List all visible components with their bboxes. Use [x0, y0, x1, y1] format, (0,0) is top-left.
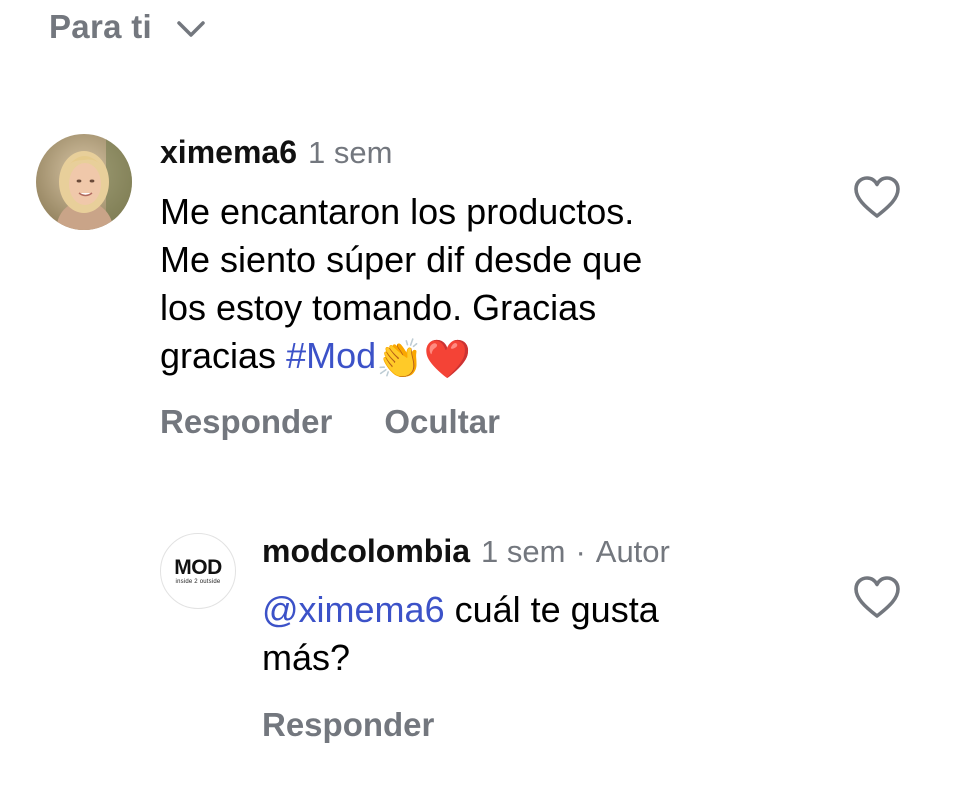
heart-icon [854, 176, 900, 218]
red-heart-emoji: ❤️ [423, 339, 471, 381]
reply-username[interactable]: modcolombia [262, 533, 470, 570]
author-badge: Autor [595, 534, 670, 569]
comment-timestamp: 1 sem [307, 135, 393, 170]
hide-button[interactable]: Ocultar [384, 403, 500, 441]
clapping-hands-emoji: 👏 [376, 339, 424, 381]
sort-selector[interactable]: Para ti [49, 8, 206, 46]
heart-icon [854, 576, 900, 618]
chevron-down-icon [177, 21, 205, 37]
like-button[interactable] [851, 573, 903, 621]
brand-avatar[interactable]: MOD inside 2 outside [160, 533, 236, 609]
like-button[interactable] [851, 173, 903, 221]
reply-actions: Responder [262, 706, 486, 744]
comment-actions: Responder Ocultar [160, 403, 552, 441]
meta-separator: · [575, 534, 586, 569]
brand-logo: MOD [174, 555, 222, 579]
avatar[interactable] [36, 134, 132, 230]
comment-username[interactable]: ximema6 [160, 134, 297, 171]
reply-button[interactable]: Responder [160, 403, 332, 441]
reply-timestamp: 1 sem [481, 534, 566, 569]
hashtag-link[interactable]: #Mod [286, 335, 376, 376]
comment-text: Me encantaron los productos. Me siento s… [160, 188, 800, 384]
comment-header: ximema6 1 sem [160, 134, 392, 171]
reply-button[interactable]: Responder [262, 706, 434, 744]
mention-link[interactable]: @ximema6 [262, 589, 445, 630]
brand-tagline: inside 2 outside [175, 578, 221, 585]
comments-page: Para ti ximema6 1 sem Me encantaron los … [0, 0, 960, 807]
sort-label: Para ti [49, 8, 152, 45]
user-photo [36, 134, 132, 230]
reply-header: modcolombia 1 sem · Autor [262, 533, 670, 570]
reply-text: @ximema6 cuál te gusta más? [262, 586, 822, 682]
